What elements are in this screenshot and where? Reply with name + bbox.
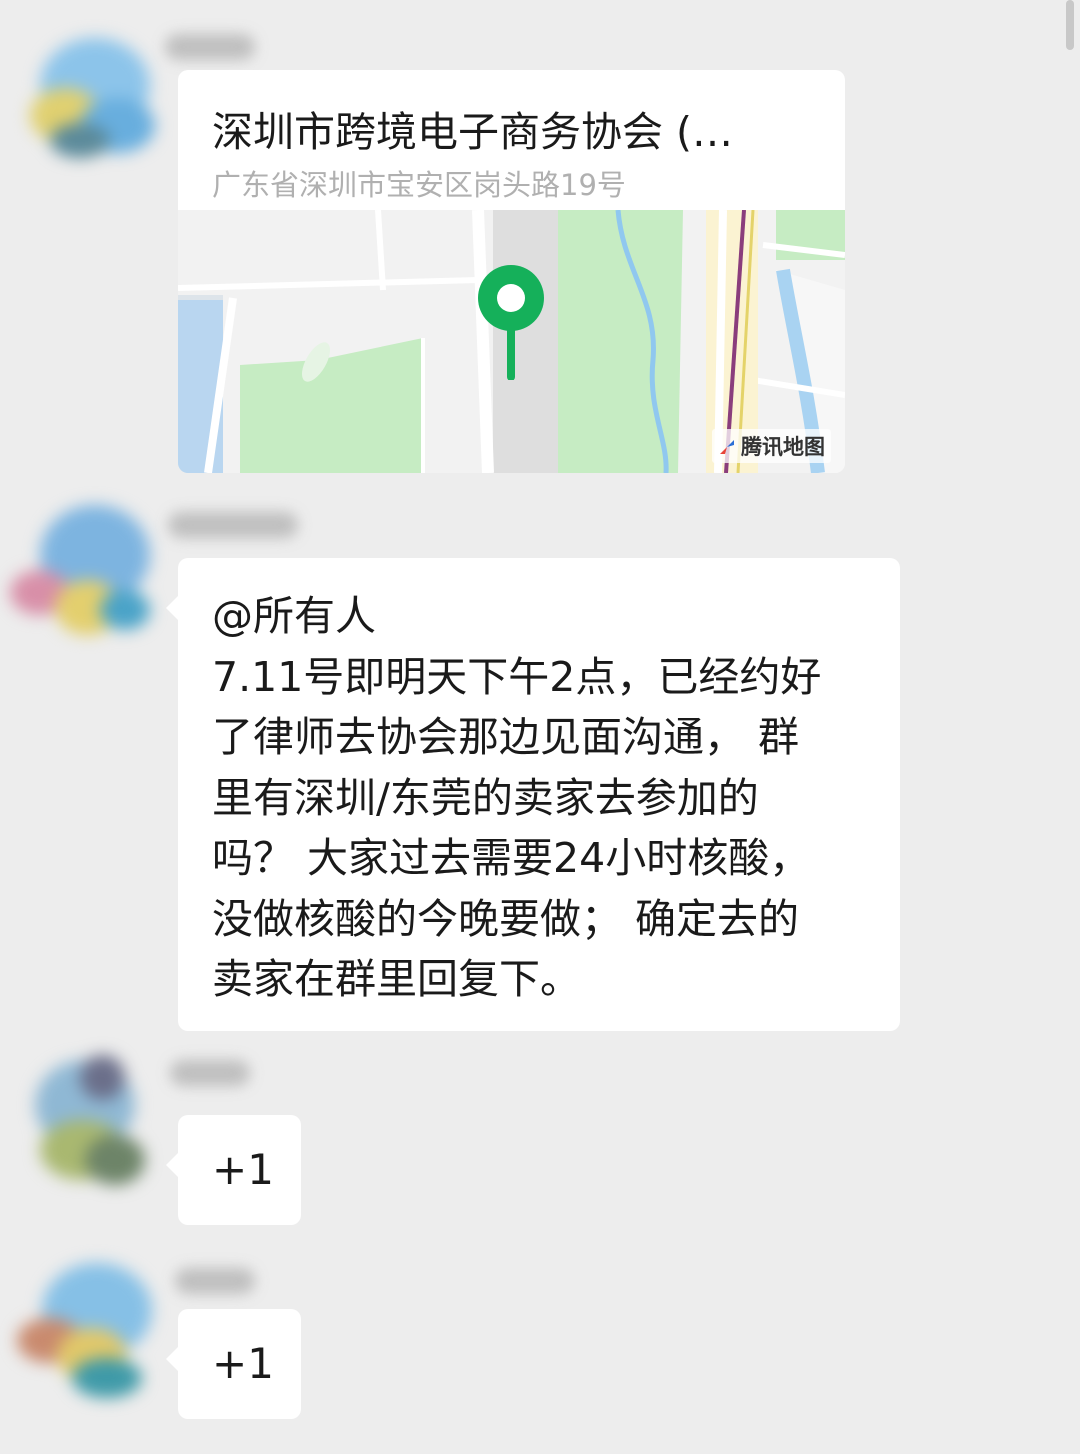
tencent-map-logo-icon (718, 437, 736, 455)
message-line: 吗？ 大家过去需要24小时核酸， (212, 834, 811, 882)
map-attribution: 腾讯地图 (712, 429, 831, 463)
message-line: 了律师去协会那边见面沟通， 群 (212, 713, 800, 761)
text-message-bubble[interactable]: @所有人 7.11号即明天下午2点，已经约好 了律师去协会那边见面沟通， 群 里… (166, 558, 900, 1031)
sender-avatar[interactable] (10, 500, 160, 650)
text-message-bubble[interactable]: +1 (166, 1309, 301, 1419)
message-text: +1 (212, 1339, 274, 1388)
location-card[interactable]: 深圳市跨境电子商务协会 (… 广东省深圳市宝安区岗头路19号 腾讯地图 (178, 70, 845, 473)
location-title: 深圳市跨境电子商务协会 (… (212, 108, 734, 156)
message-line: 卖家在群里回复下。 (212, 955, 581, 1003)
text-message-bubble[interactable]: +1 (166, 1115, 301, 1225)
scrollbar[interactable] (1066, 0, 1074, 50)
sender-name (168, 512, 298, 538)
location-address: 广东省深圳市宝安区岗头路19号 (212, 168, 626, 202)
message-text: +1 (212, 1145, 274, 1194)
location-map[interactable]: 腾讯地图 (178, 209, 845, 473)
sender-name (165, 34, 255, 60)
sender-name (175, 1268, 255, 1294)
map-attribution-label: 腾讯地图 (741, 435, 825, 459)
sender-name (170, 1060, 250, 1086)
message-line: 里有深圳/东莞的卖家去参加的 (212, 773, 759, 822)
location-pin-icon (478, 265, 544, 380)
sender-avatar[interactable] (12, 1258, 162, 1408)
message-line: 7.11号即明天下午2点，已经约好 (212, 652, 822, 701)
message-text: @所有人 7.11号即明天下午2点，已经约好 了律师去协会那边见面沟通， 群 里… (212, 586, 874, 1010)
sender-avatar[interactable] (20, 28, 170, 178)
message-line: @所有人 (212, 592, 376, 640)
chat-area[interactable]: 深圳市跨境电子商务协会 (… 广东省深圳市宝安区岗头路19号 腾讯地图 @所有人… (0, 0, 1080, 1454)
sender-avatar[interactable] (15, 1050, 165, 1200)
message-line: 没做核酸的今晚要做； 确定去的 (212, 894, 800, 943)
